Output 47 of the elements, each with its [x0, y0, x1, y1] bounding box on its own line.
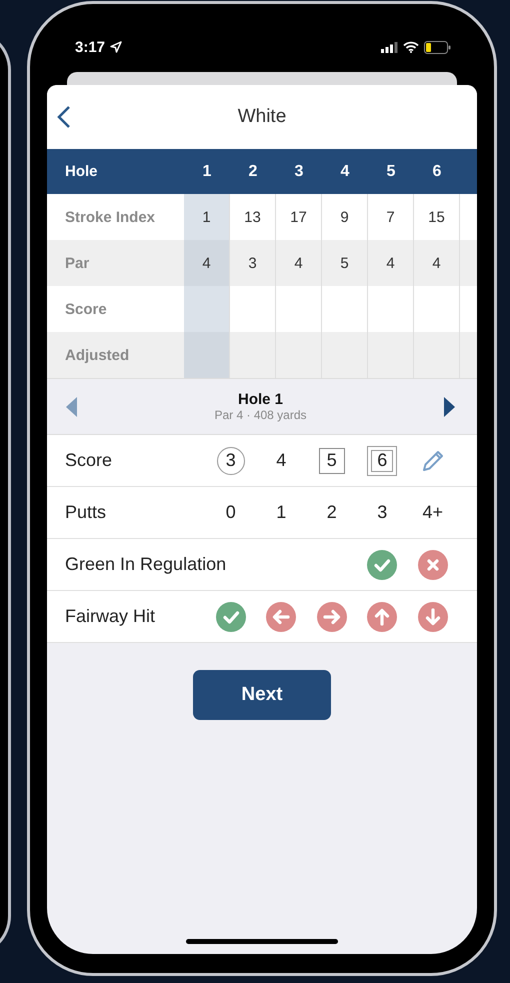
score-option[interactable]: 1 — [276, 502, 286, 523]
back-icon[interactable] — [57, 105, 71, 129]
column-header: Hole — [64, 162, 99, 182]
row-label: Adjusted — [64, 346, 130, 366]
table-cell: 1 — [184, 194, 230, 240]
score-option[interactable]: 6 — [367, 446, 398, 476]
next-button[interactable]: Next — [193, 670, 331, 720]
status-time: 3:17 — [75, 38, 106, 56]
table-cell: 4 — [276, 240, 322, 286]
check-icon[interactable] — [367, 550, 398, 580]
hole-number[interactable]: 5 — [368, 149, 414, 194]
cross-icon[interactable] — [418, 550, 448, 580]
signal-icon — [381, 42, 398, 52]
entry-label: Green In Regulation — [65, 554, 228, 575]
hole-number[interactable]: 2 — [230, 149, 276, 194]
battery-icon — [424, 40, 451, 54]
wifi-icon — [403, 41, 419, 53]
sheet-title: White — [238, 106, 286, 128]
table-cell — [184, 286, 230, 332]
entry-label: Putts — [65, 502, 108, 523]
hole-number[interactable]: 1 — [184, 149, 230, 194]
score-option[interactable]: 3 — [216, 446, 245, 474]
hole-number[interactable]: 3 — [276, 149, 322, 194]
row-label: Stroke Index — [64, 208, 156, 228]
table-cell: 5 — [322, 240, 368, 286]
location-arrow-icon — [110, 41, 122, 53]
score-option[interactable]: 2 — [326, 502, 337, 523]
score-option[interactable]: 3 — [377, 502, 388, 523]
table-cell: 4 — [414, 240, 460, 286]
score-option[interactable]: 4 — [276, 450, 286, 471]
entry-label: Fairway Hit — [65, 606, 156, 627]
score-option[interactable]: 5 — [318, 448, 345, 474]
entry-label: Score — [65, 450, 114, 471]
row-label: Score — [64, 300, 108, 320]
check-icon[interactable] — [216, 602, 246, 632]
table-cell: 4 — [368, 240, 414, 286]
table-cell: 4 — [184, 240, 230, 286]
table-cell: 3 — [230, 240, 276, 286]
next-hole-icon[interactable] — [443, 396, 455, 416]
hole-title: Hole 1 — [238, 391, 283, 408]
score-option[interactable]: 4+ — [422, 502, 444, 523]
table-cell — [184, 332, 230, 378]
hole-number[interactable]: 4 — [322, 149, 368, 194]
score-option[interactable]: 0 — [226, 502, 236, 523]
row-label: Par — [64, 254, 90, 274]
hole-details: Par 4 · 408 yards — [214, 408, 307, 422]
hole-number[interactable]: 6 — [414, 149, 460, 194]
